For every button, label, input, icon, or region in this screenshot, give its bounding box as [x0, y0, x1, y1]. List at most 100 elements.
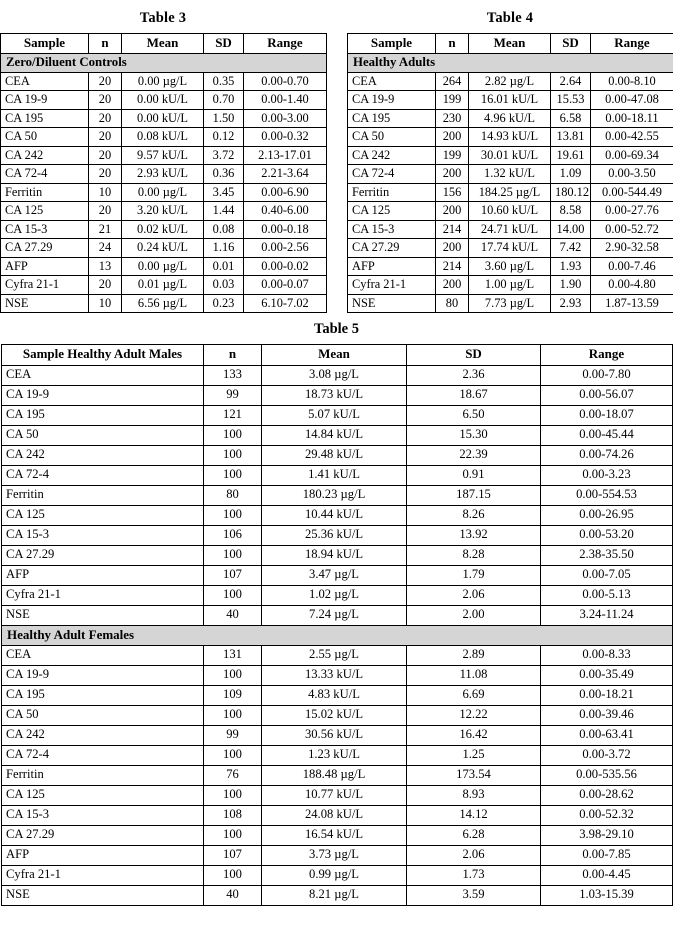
table5-male-cell-range: 3.24-11.24 — [540, 604, 673, 626]
table-row: AFP 13 0.00 µg/L 0.01 0.00-0.02 — [0, 256, 327, 276]
table5-male-cell-sd: 1.79 — [406, 564, 541, 586]
table5-female-cell-sample: CA 72-4 — [1, 744, 204, 766]
table5-male-cell-sd: 8.26 — [406, 504, 541, 526]
table4-cell-n: 199 — [435, 145, 469, 165]
table5-male-cell-sd: 2.06 — [406, 584, 541, 606]
table5-female-cell-sd: 2.89 — [406, 644, 541, 666]
table3-cell-n: 13 — [88, 256, 122, 276]
table5-female-cell-range: 0.00-8.33 — [540, 644, 673, 666]
table-row: CA 19-9 100 13.33 kU/L 11.08 0.00-35.49 — [1, 664, 673, 686]
table3-cell-sample: CA 195 — [0, 108, 89, 128]
table-row: AFP 107 3.47 µg/L 1.79 0.00-7.05 — [1, 564, 673, 586]
table5-male-cell-n: 133 — [203, 364, 262, 386]
table4-cell-n: 80 — [435, 293, 469, 313]
table3-cell-n: 10 — [88, 182, 122, 202]
table4-cell-n: 214 — [435, 256, 469, 276]
table3-cell-sd: 1.50 — [203, 108, 244, 128]
table3-cell-mean: 0.08 kU/L — [121, 127, 204, 147]
table-row: CA 125 100 10.44 kU/L 8.26 0.00-26.95 — [1, 504, 673, 526]
table5-female-cell-sample: AFP — [1, 844, 204, 866]
table5-male-cell-range: 0.00-7.05 — [540, 564, 673, 586]
table5-female-cell-n: 107 — [203, 844, 262, 866]
table5-female-cell-n: 109 — [203, 684, 262, 706]
table4-cell-sd: 180.12 — [550, 182, 591, 202]
table4-cell-mean: 1.00 µg/L — [468, 275, 551, 295]
table4-cell-sample: Cyfra 21-1 — [347, 275, 436, 295]
table5-body-females: Healthy Adult Females CEA 131 2.55 µg/L 2.8… — [1, 624, 673, 906]
table-row: Ferritin 80 180.23 µg/L 187.15 0.00-554.53 — [1, 484, 673, 506]
table3-cell-range: 0.00-0.32 — [243, 127, 327, 147]
table-row: CA 19-9 20 0.00 kU/L 0.70 0.00-1.40 — [0, 90, 327, 110]
table-row: CEA 133 3.08 µg/L 2.36 0.00-7.80 — [1, 364, 673, 386]
table-row: CA 195 109 4.83 kU/L 6.69 0.00-18.21 — [1, 684, 673, 706]
table5-male-cell-n: 106 — [203, 524, 262, 546]
table5-male-cell-mean: 25.36 kU/L — [261, 524, 407, 546]
table3-cell-mean: 0.00 µg/L — [121, 182, 204, 202]
table5-female-cell-range: 0.00-18.21 — [540, 684, 673, 706]
table5-male-cell-sample: CA 27.29 — [1, 544, 204, 566]
table5-female-cell-n: 100 — [203, 864, 262, 886]
table4-cell-range: 0.00-4.80 — [590, 275, 673, 295]
table4-col-sample: Sample — [347, 32, 436, 54]
table5-male-cell-n: 40 — [203, 604, 262, 626]
table5-female-cell-sd: 11.08 — [406, 664, 541, 686]
table5-female-cell-sample: CA 195 — [1, 684, 204, 706]
table5-female-cell-range: 0.00-3.72 — [540, 744, 673, 766]
table4-cell-sd: 2.64 — [550, 71, 591, 91]
table5-female-cell-n: 76 — [203, 764, 262, 786]
table5-male-cell-n: 107 — [203, 564, 262, 586]
table4-cell-n: 214 — [435, 219, 469, 239]
table4-cell-range: 0.00-27.76 — [590, 201, 673, 221]
table-row: CA 125 100 10.77 kU/L 8.93 0.00-28.62 — [1, 784, 673, 806]
table-row: CA 19-9 199 16.01 kU/L 15.53 0.00-47.08 — [347, 90, 673, 110]
table4-cell-range: 0.00-544.49 — [590, 182, 673, 202]
table4-cell-sd: 1.09 — [550, 164, 591, 184]
table5-female-cell-n: 100 — [203, 784, 262, 806]
table-row: Cyfra 21-1 100 1.02 µg/L 2.06 0.00-5.13 — [1, 584, 673, 606]
table5-male-cell-mean: 10.44 kU/L — [261, 504, 407, 526]
table3-col-range: Range — [243, 32, 327, 54]
table-row: CEA 131 2.55 µg/L 2.89 0.00-8.33 — [1, 644, 673, 666]
table4-cell-sd: 15.53 — [550, 90, 591, 110]
table5-col-mean: Mean — [261, 343, 407, 366]
table3-cell-n: 20 — [88, 275, 122, 295]
table4-cell-mean: 7.73 µg/L — [468, 293, 551, 313]
table5-female-cell-sample: CA 19-9 — [1, 664, 204, 686]
table3-cell-mean: 9.57 kU/L — [121, 145, 204, 165]
table3-cell-sd: 3.45 — [203, 182, 244, 202]
table5-section-label-females: Healthy Adult Females — [1, 624, 673, 646]
table5-male-cell-range: 2.38-35.50 — [540, 544, 673, 566]
table-row: CEA 264 2.82 µg/L 2.64 0.00-8.10 — [347, 71, 673, 91]
table3-cell-sd: 0.12 — [203, 127, 244, 147]
table5-female-cell-sample: Ferritin — [1, 764, 204, 786]
table4-cell-n: 264 — [435, 71, 469, 91]
table5-female-cell-mean: 24.08 kU/L — [261, 804, 407, 826]
table4-cell-sample: CA 19-9 — [347, 90, 436, 110]
table5-female-cell-mean: 4.83 kU/L — [261, 684, 407, 706]
table4-cell-sd: 6.58 — [550, 108, 591, 128]
table5-male-cell-n: 99 — [203, 384, 262, 406]
table5-male-cell-sd: 187.15 — [406, 484, 541, 506]
table4-cell-n: 230 — [435, 108, 469, 128]
table5-male-cell-sample: CA 72-4 — [1, 464, 204, 486]
table-row: CA 50 100 15.02 kU/L 12.22 0.00-39.46 — [1, 704, 673, 726]
table3-cell-sample: CA 27.29 — [0, 238, 89, 258]
table3-cell-sample: CEA — [0, 71, 89, 91]
table5-female-cell-mean: 30.56 kU/L — [261, 724, 407, 746]
table4-cell-sample: CA 125 — [347, 201, 436, 221]
table5-female-cell-n: 108 — [203, 804, 262, 826]
table3-cell-n: 20 — [88, 145, 122, 165]
table5-female-cell-mean: 0.99 µg/L — [261, 864, 407, 886]
table3-col-n: n — [88, 32, 122, 54]
table5-col-sample: Sample Healthy Adult Males — [1, 343, 204, 366]
table3-cell-sample: CA 72-4 — [0, 164, 89, 184]
table3-cell-range: 6.10-7.02 — [243, 293, 327, 313]
table3-cell-sd: 3.72 — [203, 145, 244, 165]
table5-male-cell-range: 0.00-53.20 — [540, 524, 673, 546]
table4-col-mean: Mean — [468, 32, 551, 54]
table3-cell-range: 2.13-17.01 — [243, 145, 327, 165]
table-row: Cyfra 21-1 100 0.99 µg/L 1.73 0.00-4.45 — [1, 864, 673, 886]
table-row: CA 27.29 100 16.54 kU/L 6.28 3.98-29.10 — [1, 824, 673, 846]
table5-male-cell-sd: 2.00 — [406, 604, 541, 626]
table5-female-cell-range: 0.00-7.85 — [540, 844, 673, 866]
